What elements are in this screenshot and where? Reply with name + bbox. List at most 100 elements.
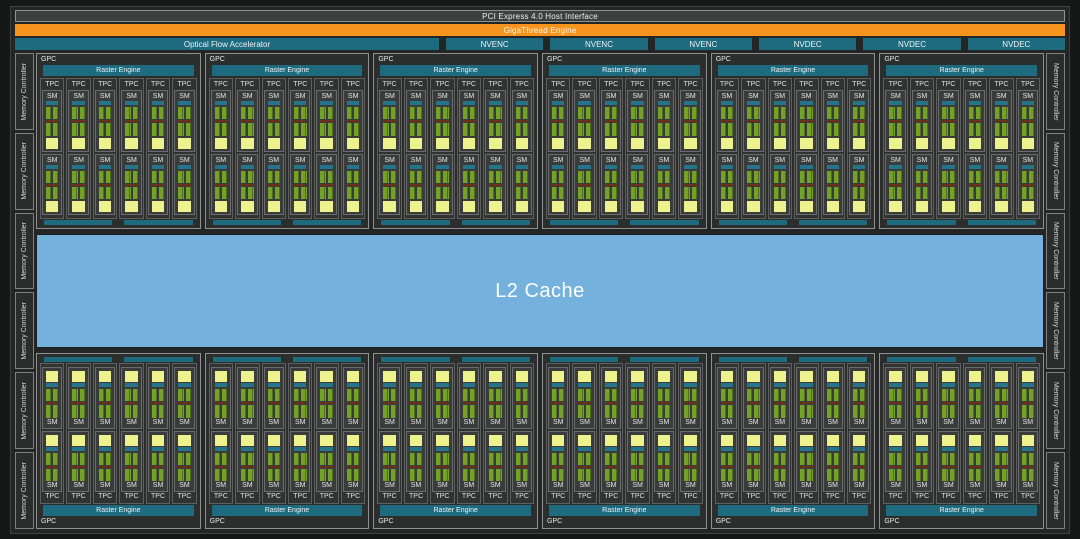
cuda-core-row (267, 107, 281, 120)
tensor-core-row (889, 120, 902, 123)
sm-label: SM (943, 418, 954, 426)
sm-cache-bar (98, 201, 112, 212)
sm-label: SM (579, 418, 590, 426)
tpc-label: TPC (915, 81, 930, 88)
cuda-core-row (995, 405, 1008, 418)
cuda-core-cell (684, 389, 690, 402)
cuda-core-cell (346, 123, 353, 136)
cuda-core-row (151, 389, 165, 402)
sm-block: SM (263, 430, 285, 492)
sm-label: SM (295, 156, 306, 164)
cuda-core-row (1021, 170, 1035, 183)
sm-label: SM (969, 156, 981, 164)
cuda-core-cell (436, 107, 442, 120)
rop-row (44, 357, 193, 362)
raster-engine-bar: Raster Engine (549, 505, 700, 516)
sm-label: SM (46, 418, 58, 426)
cuda-core-cell (221, 468, 228, 481)
cuda-core-row (684, 389, 697, 402)
sm-cache-bar (631, 201, 644, 212)
sm-label: SM (685, 156, 696, 164)
sm-block: SM (743, 367, 764, 429)
sm-cache-bar (773, 137, 787, 149)
cuda-core-row (604, 170, 618, 183)
sm-cache-bar (267, 201, 281, 212)
cuda-core-cell (800, 452, 806, 465)
cuda-core-row (684, 186, 697, 199)
sm-scheduler-bar (98, 446, 112, 451)
cuda-core-row (720, 170, 734, 183)
cuda-core-cell (852, 170, 859, 183)
cuda-core-cell (443, 389, 449, 402)
cuda-core-cell (942, 123, 948, 136)
cuda-core-cell (638, 123, 644, 136)
cuda-core-row (631, 405, 644, 418)
gpc-label: GPC (884, 56, 900, 63)
cuda-core-cell (106, 389, 112, 402)
tpc-label: TPC (293, 81, 308, 88)
sm-scheduler-bar (409, 383, 423, 387)
sm-label: SM (969, 482, 981, 489)
sm-block: SM (627, 90, 648, 152)
sm-block: SM (342, 430, 364, 492)
cuda-core-row (151, 123, 165, 136)
sm-block: SM (600, 90, 622, 152)
sm-label: SM (463, 418, 475, 426)
sm-block: SM (42, 153, 63, 215)
sm-label: SM (516, 156, 528, 164)
sm-label: SM (126, 156, 137, 164)
sm-label: SM (463, 156, 475, 164)
cuda-core-row (631, 123, 644, 136)
sm-label: SM (73, 93, 84, 100)
cuda-core-cell (773, 405, 779, 418)
cuda-core-cell (807, 123, 813, 136)
sm-scheduler-bar (889, 164, 902, 169)
tpc-label: TPC (266, 81, 281, 88)
cuda-core-cell (826, 186, 832, 199)
sm-scheduler-bar (915, 383, 929, 387)
cuda-core-cell (684, 405, 690, 418)
sm-label: SM (384, 482, 395, 489)
sm-label: SM (99, 418, 111, 426)
cuda-core-cell (151, 170, 158, 183)
tensor-core-row (294, 465, 307, 468)
cuda-core-cell (754, 389, 760, 402)
cuda-core-row (98, 186, 112, 199)
gpc-block: GPC Raster Engine TPC SM SM TPC SM SM TPC SM SM TPC… (373, 53, 539, 229)
sm-cache-bar (747, 434, 760, 446)
cuda-core-cell (657, 452, 664, 465)
sm-scheduler-bar (720, 383, 734, 387)
cuda-core-cell (968, 186, 974, 199)
tensor-core-row (747, 402, 760, 405)
cuda-core-row (800, 107, 813, 120)
sm-cache-bar (1021, 137, 1035, 149)
tensor-core-row (409, 120, 423, 123)
sm-block: SM (680, 90, 701, 152)
gigathread-engine-label: GigaThread Engine (503, 25, 577, 35)
cuda-core-cell (522, 468, 529, 481)
sm-block: SM (290, 153, 311, 215)
cuda-core-row (294, 123, 307, 136)
cuda-core-row (462, 170, 476, 183)
tensor-core-row (773, 465, 787, 468)
sm-label: SM (774, 93, 786, 100)
sm-block: SM (147, 90, 169, 152)
cuda-core-cell (383, 107, 389, 120)
cuda-core-row (968, 107, 982, 120)
cuda-core-row (604, 123, 618, 136)
cuda-core-cell (106, 405, 112, 418)
sm-cache-bar (241, 434, 254, 446)
sm-cache-bar (995, 371, 1008, 382)
sm-scheduler-bar (942, 383, 955, 387)
cuda-core-cell (214, 405, 220, 418)
cuda-core-cell (773, 186, 779, 199)
cuda-core-cell (443, 468, 449, 481)
cuda-core-row (747, 107, 760, 120)
sm-label: SM (152, 93, 164, 100)
tpc-label: TPC (1020, 81, 1035, 88)
cuda-core-cell (968, 389, 974, 402)
sm-block: SM (263, 367, 285, 429)
sm-scheduler-bar (578, 164, 591, 169)
cuda-core-cell (942, 186, 948, 199)
cuda-core-row (346, 452, 360, 465)
